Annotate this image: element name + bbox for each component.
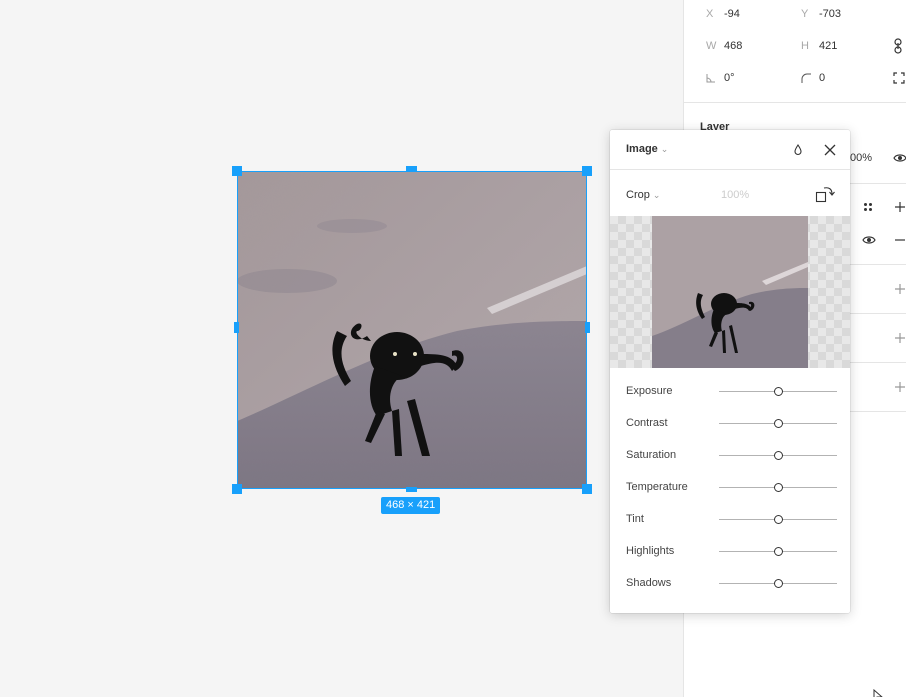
independent-corners-icon[interactable] [893,72,905,84]
divider [684,102,906,103]
plus-icon[interactable] [894,332,906,344]
chevron-down-icon: ⌄ [652,190,661,200]
resize-handle-top[interactable] [406,166,417,171]
corner-radius-icon [801,73,811,83]
adjustment-slider-knob[interactable] [773,419,783,428]
size-badge: 468 × 421 [381,497,441,514]
image-settings-popover: Image ⌄ Crop ⌄ 100% Exposure Contrast Sa… [610,130,850,613]
plus-icon[interactable] [894,201,906,213]
adjustment-saturation: Saturation [610,440,850,472]
adjustment-label: Contrast [626,417,668,429]
close-icon[interactable] [822,142,838,158]
chevron-down-icon: ⌄ [660,144,669,154]
rotate-icon[interactable] [815,184,837,204]
crop-mode-dropdown[interactable]: Crop ⌄ [626,189,660,201]
cat-photo-preview [652,216,808,368]
resize-handle-bottom[interactable] [406,487,417,492]
y-field[interactable]: Y -703 [801,7,891,21]
resize-handle-right[interactable] [585,322,590,333]
eye-icon[interactable] [862,235,876,245]
crop-zoom-value[interactable]: 100% [721,189,749,201]
styles-icon[interactable] [863,202,873,212]
adjustment-slider-knob[interactable] [773,547,783,556]
adjustment-tint: Tint [610,504,850,536]
popover-header: Image ⌄ [610,130,850,170]
corner-radius-value: 0 [819,72,826,84]
adjustment-label: Shadows [626,577,672,589]
adjustment-exposure: Exposure [610,376,850,408]
adjustment-label: Highlights [626,545,675,557]
resize-handle-bottom-right[interactable] [582,484,592,494]
resize-handle-bottom-left[interactable] [232,484,242,494]
w-label: W [706,40,717,52]
plus-icon[interactable] [894,381,906,393]
width-field[interactable]: W 468 [706,39,786,53]
resize-handle-left[interactable] [234,322,239,333]
adjustment-highlights: Highlights [610,536,850,568]
adjustment-shadows: Shadows [610,568,850,600]
adjustment-label: Tint [626,513,644,525]
adjustment-label: Exposure [626,385,673,397]
adjustment-slider-knob[interactable] [773,387,783,396]
y-label: Y [801,8,809,20]
constrain-proportions-icon[interactable] [892,37,904,55]
adjustment-label: Temperature [626,481,688,493]
adjustment-slider-knob[interactable] [773,451,783,460]
pointer-cursor-icon [873,689,883,697]
plus-icon[interactable] [894,283,906,295]
water-drop-icon[interactable] [790,142,806,158]
layer-opacity-value[interactable]: 00% [850,152,872,164]
resize-handle-top-right[interactable] [582,166,592,176]
image-preview [610,216,850,368]
minus-icon[interactable] [894,234,906,246]
selected-image-layer[interactable]: 468 × 421 [232,166,592,514]
image-type-dropdown[interactable]: Image ⌄ [626,143,668,155]
rotation-value: 0° [724,72,735,84]
adjustment-temperature: Temperature [610,472,850,504]
w-value: 468 [724,40,743,52]
canvas[interactable]: 468 × 421 [0,0,683,697]
y-value: -703 [819,8,842,20]
h-value: 421 [819,40,838,52]
x-value: -94 [724,8,740,20]
adjustment-slider-knob[interactable] [773,515,783,524]
x-field[interactable]: X -94 [706,7,786,21]
adjustments-list: Exposure Contrast Saturation Temperature [610,376,850,600]
x-label: X [706,8,714,20]
cat-photo [237,171,587,489]
rotation-icon [706,74,715,83]
adjustment-slider-knob[interactable] [773,483,783,492]
h-label: H [801,40,809,52]
resize-handle-top-left[interactable] [232,166,242,176]
adjustment-label: Saturation [626,449,677,461]
eye-icon[interactable] [893,153,906,163]
crop-row: Crop ⌄ 100% [610,170,850,216]
adjustment-slider-knob[interactable] [773,579,783,588]
adjustment-contrast: Contrast [610,408,850,440]
height-field[interactable]: H 421 [801,39,891,53]
rotation-field[interactable]: 0° [706,71,786,85]
crop-mode-label: Crop [626,189,650,201]
image-type-label: Image [626,143,658,155]
corner-radius-field[interactable]: 0 [801,71,881,85]
figma-editor: 468 × 421 X -94 Y -703 W 468 H 421 0° 0 … [0,0,906,697]
